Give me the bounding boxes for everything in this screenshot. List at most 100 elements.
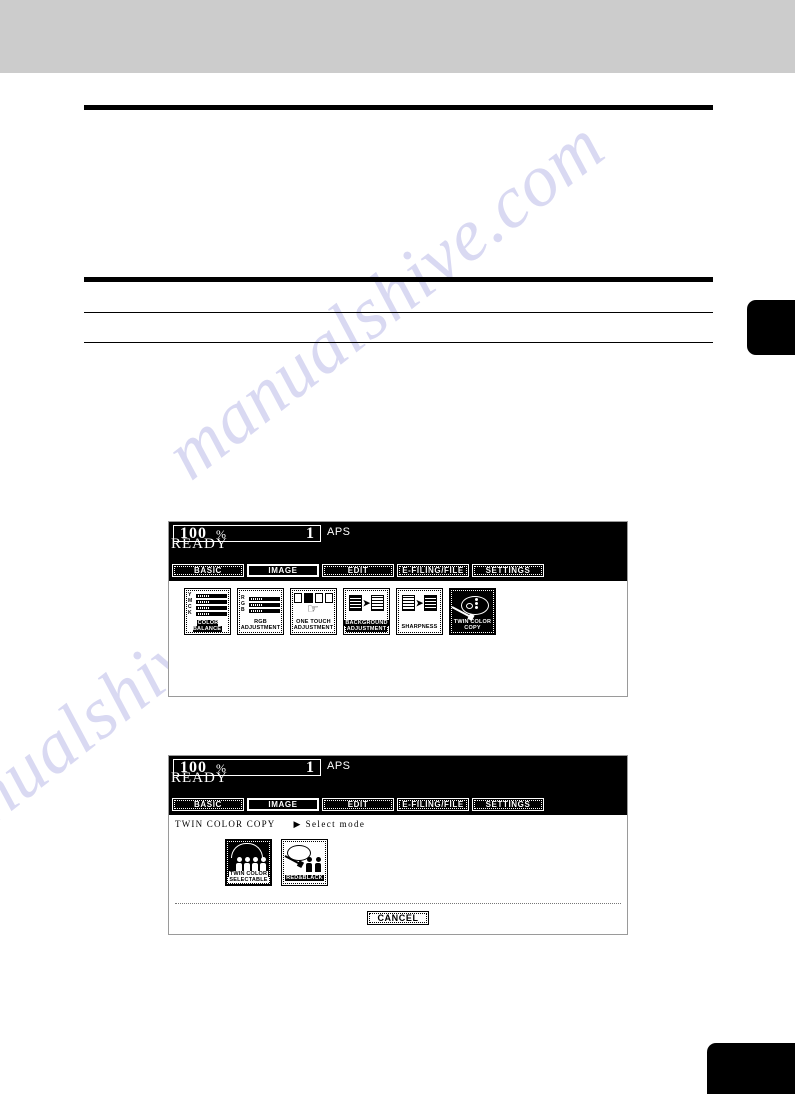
figure-icon	[260, 857, 266, 872]
footer-actions: CANCEL	[169, 911, 627, 925]
figure-icon	[252, 857, 258, 872]
slider-bar	[196, 599, 227, 604]
button-caption: BACKGROUND ADJUSTMENT	[344, 620, 389, 632]
one-touch-adjustment-icon: ☞	[294, 592, 333, 621]
button-caption: SHARPNESS	[397, 624, 442, 630]
cancel-button[interactable]: CANCEL	[367, 911, 429, 925]
lcd-header: 100 % 1 APS READY BASIC IMAGE EDIT E-FIL…	[169, 522, 627, 581]
tab-label: IMAGE	[265, 566, 301, 575]
caption-line: ADJUSTMENT	[345, 626, 388, 632]
tab-label: IMAGE	[265, 800, 301, 809]
tab-settings[interactable]: SETTINGS	[472, 564, 544, 577]
button-caption: ONE TOUCH ADJUSTMENT	[291, 619, 336, 631]
caption-line: COPY	[464, 625, 481, 631]
caption-line: COLOR BALANCE	[192, 620, 223, 632]
tab-edit[interactable]: EDIT	[322, 564, 394, 577]
slider-bar	[249, 596, 280, 601]
button-rgb-adjustment[interactable]: R G B RGB ADJUSTMENT	[237, 588, 284, 635]
slider-label: B	[241, 607, 245, 613]
slider-bar	[249, 602, 280, 607]
header-band	[0, 0, 795, 73]
palette-arc-icon	[231, 843, 263, 858]
tab-label: SETTINGS	[485, 566, 531, 575]
preset-box	[324, 593, 333, 603]
source-page-icon	[401, 595, 415, 611]
watermark-text: manualshive.com	[150, 103, 620, 496]
tab-settings[interactable]: SETTINGS	[472, 798, 544, 811]
button-red-and-black[interactable]: RED&BLACK	[281, 839, 328, 886]
tab-edit[interactable]: EDIT	[322, 798, 394, 811]
tab-label: BASIC	[194, 800, 222, 809]
preset-box	[294, 593, 303, 603]
color-balance-icon: Y M C K	[188, 592, 227, 621]
tab-e-filing-file[interactable]: E-FILING/FILE	[397, 798, 469, 811]
paper-mode-label: APS	[327, 526, 351, 538]
background-adjustment-icon: ➤	[347, 592, 386, 621]
tab-e-filing-file[interactable]: E-FILING/FILE	[397, 564, 469, 577]
lcd-body: TWIN COLOR COPY ▶ Select mode TWIN COLOR…	[169, 815, 627, 934]
lcd-body: Y M C K COLOR BALANCE R G B RGB ADJUSTME…	[169, 581, 627, 696]
lcd-header: 100 % 1 APS READY BASIC IMAGE EDIT E-FIL…	[169, 756, 627, 815]
figure-icon	[306, 857, 312, 872]
button-color-balance[interactable]: Y M C K COLOR BALANCE	[184, 588, 231, 635]
tab-strip: BASIC IMAGE EDIT E-FILING/FILE SETTINGS	[169, 564, 544, 577]
twin-color-mode-buttons: TWIN COLOR SELECTABLE RED&BLACK	[225, 839, 334, 886]
divider-rule-1	[84, 312, 713, 313]
sharpness-icon: ➤	[400, 592, 439, 621]
button-caption: TWIN COLOR COPY	[450, 619, 495, 631]
red-and-black-icon	[284, 843, 324, 872]
slider-bar	[249, 608, 280, 613]
arrow-right-icon: ➤	[415, 597, 424, 608]
status-text: READY	[171, 770, 228, 786]
button-twin-color-selectable[interactable]: TWIN COLOR SELECTABLE	[225, 839, 272, 886]
button-caption: RGB ADJUSTMENT	[238, 619, 283, 631]
breadcrumb-title: TWIN COLOR COPY	[175, 819, 276, 829]
button-caption: TWIN COLOR SELECTABLE	[226, 871, 271, 883]
top-heading-rule	[84, 105, 713, 110]
caption-line: SELECTABLE	[228, 877, 269, 883]
tab-image[interactable]: IMAGE	[247, 798, 319, 811]
slider-bar	[196, 611, 227, 616]
paper-mode-label: APS	[327, 760, 351, 772]
twin-color-selectable-icon	[229, 843, 268, 872]
caption-line: ADJUSTMENT	[293, 625, 334, 631]
lcd-status-row: 100 % 1 APS READY	[169, 522, 627, 552]
side-tab-marker	[747, 300, 795, 355]
tab-label: E-FILING/FILE	[402, 800, 464, 809]
target-page-icon	[424, 595, 438, 611]
tab-label: SETTINGS	[485, 800, 531, 809]
caption-line: SHARPNESS	[401, 624, 438, 630]
breadcrumb-arrow-icon: ▶	[293, 819, 302, 829]
breadcrumb-sub: Select mode	[305, 819, 366, 829]
palette-paint-dots	[475, 598, 478, 610]
tab-image[interactable]: IMAGE	[247, 564, 319, 577]
slider-bar	[196, 593, 227, 598]
tab-basic[interactable]: BASIC	[172, 798, 244, 811]
button-caption: RED&BLACK	[282, 875, 327, 881]
copies-count: 1	[306, 525, 314, 542]
footer-divider	[175, 903, 621, 904]
breadcrumb: TWIN COLOR COPY ▶ Select mode	[175, 819, 365, 830]
tab-basic[interactable]: BASIC	[172, 564, 244, 577]
tab-label: EDIT	[347, 566, 369, 575]
slider-bar	[196, 605, 227, 610]
lcd-panel-image: 100 % 1 APS READY BASIC IMAGE EDIT E-FIL…	[168, 521, 628, 697]
corner-tab-marker	[707, 1043, 795, 1094]
twin-color-copy-icon	[451, 592, 492, 621]
button-sharpness[interactable]: ➤ SHARPNESS	[396, 588, 443, 635]
figure-icon	[315, 857, 321, 872]
button-twin-color-copy[interactable]: TWIN COLOR COPY	[449, 588, 496, 635]
caption-line: RED&BLACK	[285, 875, 324, 881]
tab-label: EDIT	[347, 800, 369, 809]
palette-thumbhole	[466, 603, 473, 609]
target-page-icon	[371, 595, 385, 611]
button-background-adjustment[interactable]: ➤ BACKGROUND ADJUSTMENT	[343, 588, 390, 635]
section-rule	[84, 277, 713, 282]
image-function-buttons: Y M C K COLOR BALANCE R G B RGB ADJUSTME…	[184, 588, 502, 635]
divider-rule-2	[84, 342, 713, 343]
figure-icon	[236, 857, 242, 872]
pointing-hand-icon: ☞	[307, 601, 319, 616]
button-one-touch-adjustment[interactable]: ☞ ONE TOUCH ADJUSTMENT	[290, 588, 337, 635]
status-text: READY	[171, 536, 228, 552]
lcd-panel-twin-color-mode: 100 % 1 APS READY BASIC IMAGE EDIT E-FIL…	[168, 755, 628, 935]
